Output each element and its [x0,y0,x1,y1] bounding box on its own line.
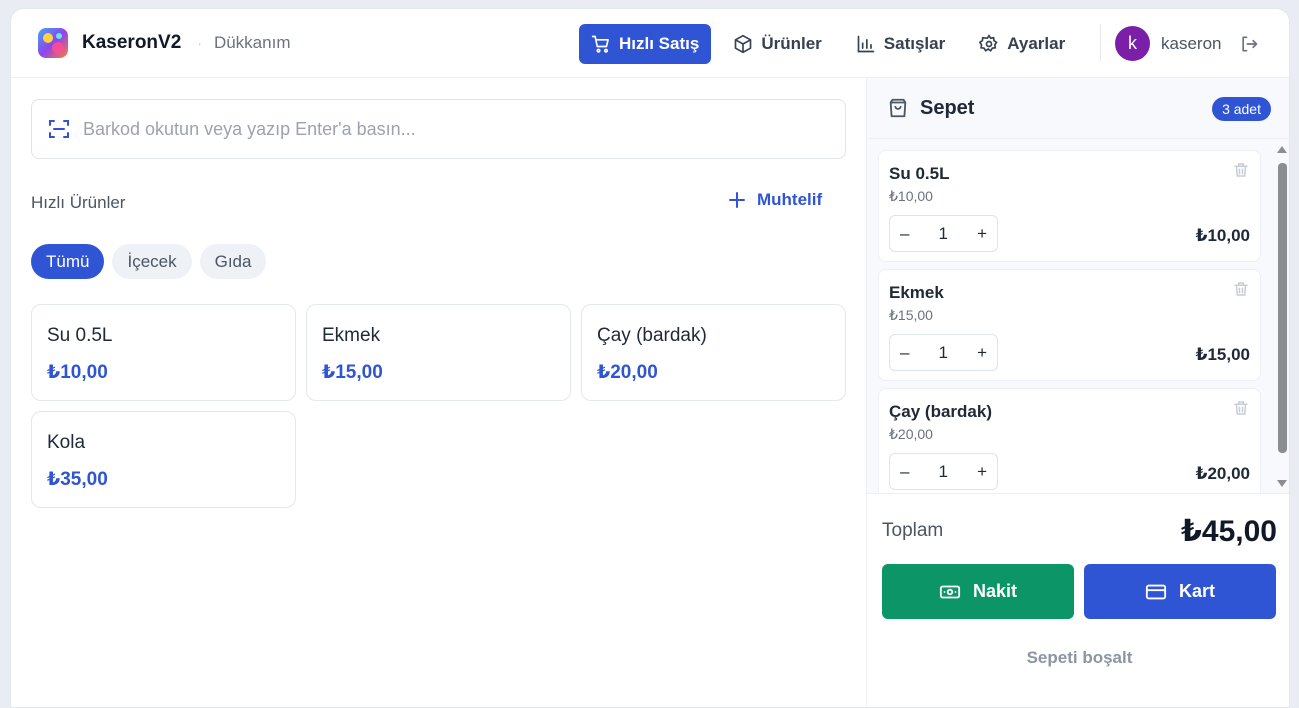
product-name: Çay (bardak) [597,325,707,346]
user-menu[interactable]: k kaseron [1115,26,1259,61]
pay-card-label: Kart [1178,581,1215,601]
increase-button[interactable]: + [977,343,987,363]
nav-products[interactable]: Ürünler [721,24,833,64]
nav-sales-label: Satışlar [883,34,946,53]
nav-quick-sale-label: Hızlı Satış [619,34,700,53]
logout-icon [1242,36,1258,52]
decrease-button[interactable]: – [900,462,909,482]
product-price: ₺10,00 [47,362,108,383]
scroll-up-arrow-icon[interactable] [1277,146,1287,153]
cart-count-badge: 3 adet [1212,97,1271,121]
box-icon [734,34,752,54]
product-name: Su 0.5L [47,325,113,346]
product-card[interactable]: Su 0.5L ₺10,00 [31,304,296,401]
app-logo-icon [38,28,68,58]
product-name: Kola [47,432,86,453]
decrease-button[interactable]: – [900,224,909,244]
quantity-value: 1 [938,223,948,243]
cart-title: Sepet [920,96,975,119]
total-label: Toplam [882,520,944,541]
decrease-button[interactable]: – [900,343,909,363]
brand-name: KaseronV2 [82,32,182,53]
nav-sales[interactable]: Satışlar [844,24,957,64]
nav-quick-sale[interactable]: Hızlı Satış [579,24,712,64]
cart-panel: Sepet 3 adet Su 0.5L ₺10,00 – 1 + ₺10,00… [866,78,1289,707]
barcode-search [31,99,846,159]
brand[interactable]: KaseronV2 · Dükkanım [36,26,290,60]
cart-item-name: Ekmek [889,283,944,302]
nav-settings-label: Ayarlar [1007,34,1066,53]
product-card[interactable]: Ekmek ₺15,00 [306,304,571,401]
cart-item-unit-price: ₺10,00 [889,188,933,204]
plus-icon [729,192,745,208]
product-card[interactable]: Kola ₺35,00 [31,411,296,508]
category-chip-food[interactable]: Gıda [199,244,267,279]
quantity-stepper: – 1 + [889,215,998,252]
cart-item-total: ₺20,00 [1195,464,1250,483]
cart-item: Ekmek ₺15,00 – 1 + ₺15,00 [878,269,1261,381]
avatar[interactable]: k [1115,26,1150,61]
category-filter: Tümü İçecek Gıda [31,244,274,279]
quantity-value: 1 [938,342,948,362]
misc-product-label: Muhtelif [757,190,823,209]
quick-products-title: Hızlı Ürünler [31,193,126,212]
shopping-bag-icon [889,98,907,118]
cart-header: Sepet 3 adet [867,78,1289,139]
gear-icon [979,34,998,52]
barcode-input[interactable] [83,118,783,140]
product-price: ₺20,00 [597,362,658,383]
cart-items-list[interactable]: Su 0.5L ₺10,00 – 1 + ₺10,00 Ekmek ₺15,00 [867,139,1289,493]
cart-item-unit-price: ₺15,00 [889,307,933,323]
product-name: Ekmek [322,325,381,346]
cart-item-total: ₺10,00 [1195,226,1250,245]
logout-button[interactable] [1239,34,1259,54]
cart-item-name: Su 0.5L [889,164,950,183]
cart-icon [591,35,609,53]
quantity-stepper: – 1 + [889,334,998,371]
scroll-down-arrow-icon[interactable] [1277,480,1287,487]
trash-icon[interactable] [1232,161,1250,179]
scrollbar-thumb[interactable] [1278,163,1287,453]
app-window: KaseronV2 · Dükkanım Hızlı Satış Ürünler [10,8,1290,708]
trash-icon[interactable] [1232,399,1250,417]
cart-scrollbar[interactable] [1275,139,1289,493]
bar-chart-icon [857,35,875,53]
shop-name: Dükkanım [213,33,291,52]
cart-item-total: ₺15,00 [1195,345,1250,364]
header-divider [1100,25,1101,61]
product-price: ₺15,00 [322,362,383,383]
quantity-value: 1 [938,461,948,481]
main-nav: Hızlı Satış Ürünler Satışlar Ayarlar [579,24,1087,64]
total-value: ₺45,00 [1181,515,1277,548]
clear-cart-button[interactable]: Sepeti boşalt [867,648,1289,668]
top-navbar: KaseronV2 · Dükkanım Hızlı Satış Ürünler [11,9,1289,78]
category-chip-drinks[interactable]: İçecek [112,244,192,279]
nav-products-label: Ürünler [761,34,822,53]
increase-button[interactable]: + [977,462,987,482]
product-card[interactable]: Çay (bardak) ₺20,00 [581,304,846,401]
product-price: ₺35,00 [47,469,108,490]
trash-icon[interactable] [1232,280,1250,298]
credit-card-icon [1145,584,1167,599]
barcode-scan-icon [49,120,69,138]
pay-cash-label: Nakit [972,581,1017,601]
category-chip-all[interactable]: Tümü [31,244,105,279]
quantity-stepper: – 1 + [889,453,998,490]
nav-settings[interactable]: Ayarlar [967,24,1077,64]
brand-separator: · [197,35,202,51]
increase-button[interactable]: + [977,224,987,244]
cart-item: Çay (bardak) ₺20,00 – 1 + ₺20,00 [878,388,1261,493]
cart-item-name: Çay (bardak) [889,402,992,421]
product-grid: Su 0.5L ₺10,00 Ekmek ₺15,00 Çay (bardak)… [31,304,846,508]
cart-item: Su 0.5L ₺10,00 – 1 + ₺10,00 [878,150,1261,262]
misc-product-button[interactable]: Muhtelif [729,190,822,210]
cart-footer: Toplam ₺45,00 Nakit Kart Sepeti boşalt [867,493,1289,707]
cart-item-unit-price: ₺20,00 [889,426,933,442]
pay-cash-button[interactable]: Nakit [882,564,1074,619]
username: kaseron [1161,33,1222,53]
pay-card-button[interactable]: Kart [1084,564,1276,619]
cash-icon [939,585,961,598]
